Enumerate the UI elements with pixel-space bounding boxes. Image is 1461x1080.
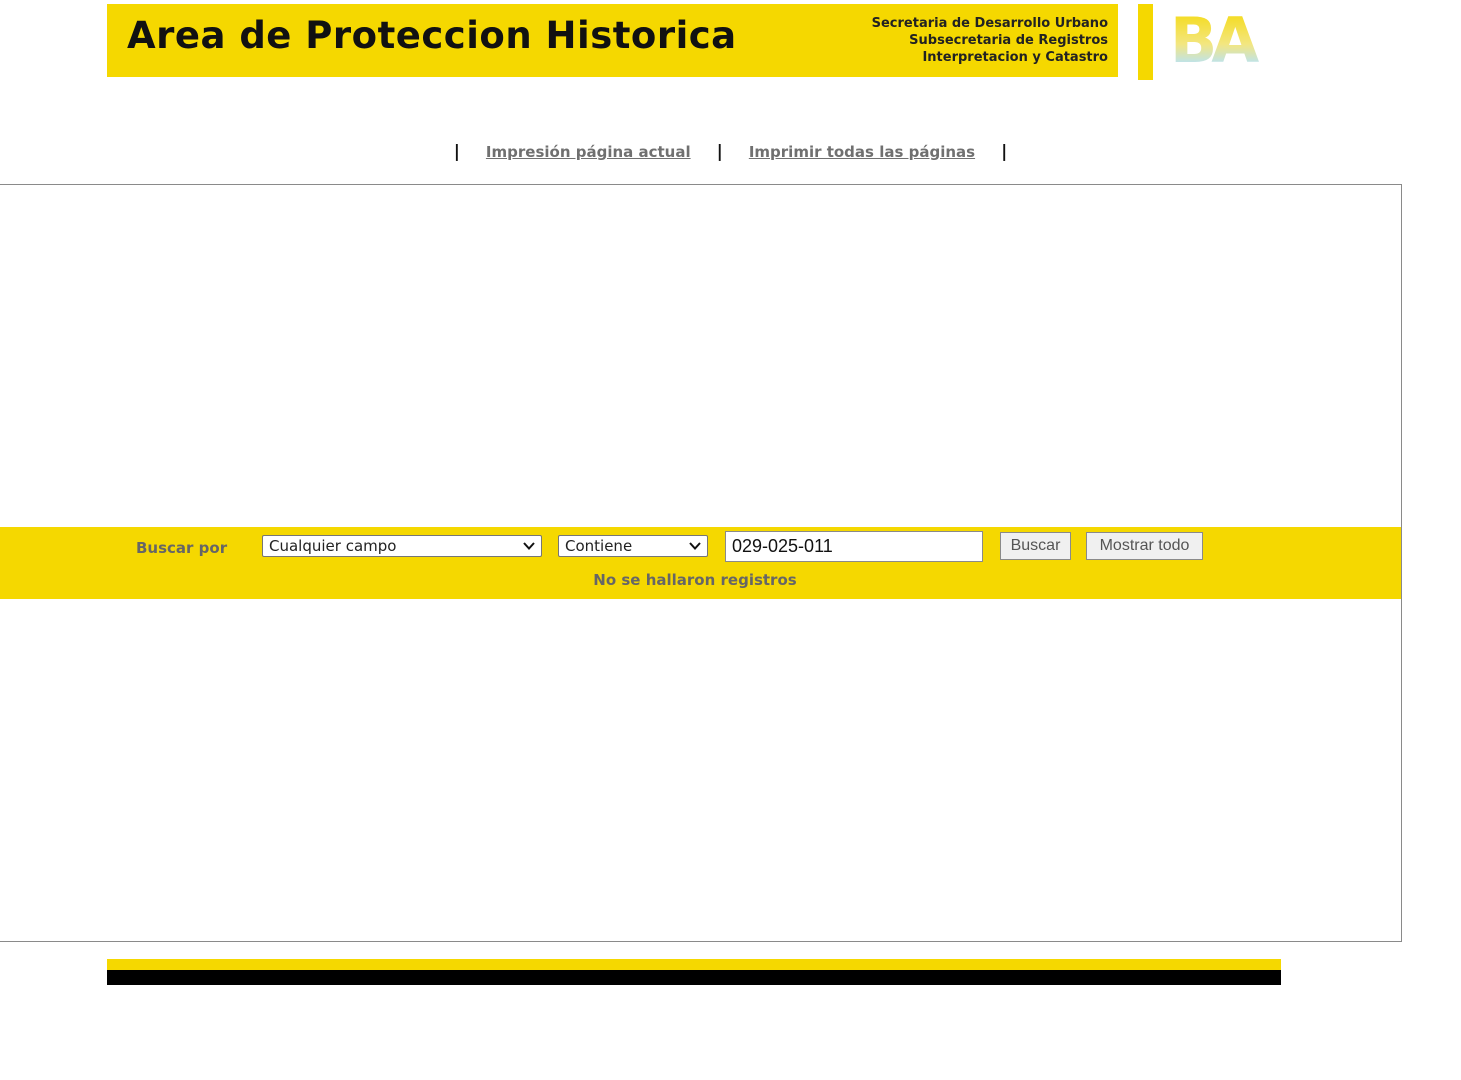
- link-separator: |: [1001, 142, 1008, 162]
- link-separator: |: [453, 142, 460, 162]
- search-field-value: Cualquier campo: [269, 537, 397, 555]
- chevron-down-icon: [689, 542, 701, 550]
- search-operator-value: Contiene: [565, 537, 633, 555]
- search-input[interactable]: [725, 531, 983, 562]
- logo-text: BA: [1170, 10, 1259, 68]
- print-all-pages-link[interactable]: Imprimir todas las páginas: [749, 143, 975, 161]
- header-subtitles: Secretaria de Desarrollo Urbano Subsecre…: [872, 15, 1108, 66]
- footer-black-bar: [107, 970, 1281, 985]
- show-all-button[interactable]: Mostrar todo: [1086, 532, 1203, 560]
- header-banner: Area de Proteccion Historica Secretaria …: [107, 4, 1118, 77]
- print-current-page-link[interactable]: Impresión página actual: [486, 143, 691, 161]
- print-links-bar: | Impresión página actual | Imprimir tod…: [0, 142, 1461, 162]
- subtitle-line: Subsecretaria de Registros: [909, 33, 1108, 48]
- link-separator: |: [716, 142, 723, 162]
- search-button[interactable]: Buscar: [1000, 532, 1071, 560]
- search-label: Buscar por: [136, 539, 228, 557]
- search-status-message: No se hallaron registros: [593, 571, 797, 589]
- page: Area de Proteccion Historica Secretaria …: [0, 0, 1461, 1080]
- page-title: Area de Proteccion Historica: [127, 14, 737, 57]
- footer-yellow-bar: [107, 959, 1281, 970]
- ba-logo: BA: [1170, 10, 1265, 68]
- chevron-down-icon: [523, 542, 535, 550]
- search-operator-select[interactable]: Contiene: [558, 535, 708, 557]
- header-divider: [1138, 4, 1153, 80]
- search-field-select[interactable]: Cualquier campo: [262, 535, 542, 557]
- subtitle-line: Interpretacion y Catastro: [922, 50, 1108, 65]
- subtitle-line: Secretaria de Desarrollo Urbano: [871, 16, 1108, 31]
- search-bar: Buscar por Cualquier campo Contiene Busc…: [0, 527, 1401, 599]
